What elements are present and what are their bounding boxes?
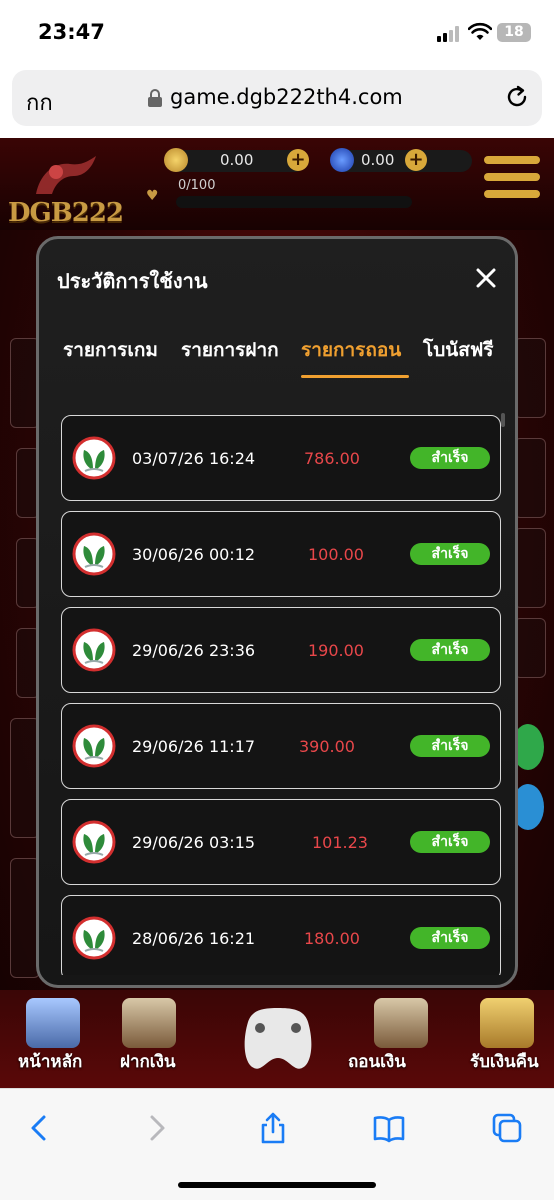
withdraw-list: 03/07/26 16:24 786.00 สำเร็จ 30/06/26 00…: [61, 415, 501, 975]
close-icon[interactable]: [471, 263, 501, 293]
home-house-icon[interactable]: [26, 998, 80, 1048]
tabs-icon[interactable]: [490, 1111, 524, 1145]
kbank-logo-icon: [72, 628, 116, 672]
level-progress-text: 0/100: [178, 178, 216, 193]
status-badge: สำเร็จ: [410, 639, 490, 661]
share-icon[interactable]: [256, 1111, 290, 1145]
withdraw-amount: 786.00: [304, 449, 360, 468]
nav-cashback[interactable]: รับเงินคืน: [470, 1048, 539, 1075]
back-icon[interactable]: [22, 1111, 56, 1145]
lock-icon: [148, 89, 162, 107]
reader-text-size-button[interactable]: กก: [26, 85, 53, 120]
tab-deposit-history[interactable]: รายการฝาก: [181, 335, 279, 365]
status-badge: สำเร็จ: [410, 831, 490, 853]
gem-balance-pill: [334, 150, 472, 172]
gem-balance: 0.00: [361, 151, 395, 169]
add-gem-button[interactable]: +: [405, 149, 427, 171]
game-topbar: DGB222 0.00 + 0.00 + ♥ 0/100: [0, 138, 554, 230]
add-coin-button[interactable]: +: [287, 149, 309, 171]
withdraw-date: 30/06/26 00:12: [132, 545, 256, 564]
kbank-logo-icon: [72, 820, 116, 864]
game-controller-icon[interactable]: [238, 992, 318, 1078]
list-item[interactable]: 29/06/26 23:36 190.00 สำเร็จ: [61, 607, 501, 693]
hamburger-menu-icon[interactable]: [484, 156, 540, 200]
withdraw-date: 29/06/26 03:15: [132, 833, 256, 852]
gem-icon: [330, 148, 354, 172]
browser-url-area: กก game.dgb222th4.com: [0, 64, 554, 138]
side-panel: [514, 338, 546, 418]
tab-withdraw-history[interactable]: รายการถอน: [301, 335, 401, 365]
reload-icon[interactable]: [504, 84, 530, 110]
kbank-logo-icon: [72, 724, 116, 768]
url-text[interactable]: game.dgb222th4.com: [170, 85, 403, 109]
cellular-signal-icon: [437, 26, 463, 42]
list-item[interactable]: 28/06/26 16:21 180.00 สำเร็จ: [61, 895, 501, 975]
list-item[interactable]: 29/06/26 11:17 390.00 สำเร็จ: [61, 703, 501, 789]
history-tabs: รายการเกม รายการฝาก รายการถอน โบนัสฟรี: [39, 335, 515, 385]
tab-game-history[interactable]: รายการเกม: [63, 335, 158, 365]
status-badge: สำเร็จ: [410, 543, 490, 565]
withdraw-amount: 190.00: [308, 641, 364, 660]
heart-icon: ♥: [146, 188, 159, 204]
battery-icon: 18: [497, 23, 531, 42]
kbank-logo-icon: [72, 532, 116, 576]
active-tab-indicator: [301, 375, 409, 378]
home-indicator: [178, 1182, 376, 1188]
withdraw-amount: 180.00: [304, 929, 360, 948]
withdraw-amount: 101.23: [312, 833, 368, 852]
wifi-icon: [468, 22, 492, 40]
withdraw-atm-icon[interactable]: [374, 998, 428, 1048]
modal-title: ประวัติการใช้งาน: [57, 269, 208, 293]
dragon-logo-icon: [36, 156, 96, 194]
list-item[interactable]: 03/07/26 16:24 786.00 สำเร็จ: [61, 415, 501, 501]
address-bar[interactable]: กก game.dgb222th4.com: [12, 70, 542, 126]
list-item[interactable]: 29/06/26 03:15 101.23 สำเร็จ: [61, 799, 501, 885]
side-panel: [514, 438, 546, 518]
kbank-logo-icon: [72, 436, 116, 480]
side-panel: [514, 618, 546, 678]
status-badge: สำเร็จ: [410, 927, 490, 949]
withdraw-amount: 100.00: [308, 545, 364, 564]
status-badge: สำเร็จ: [410, 447, 490, 469]
nav-deposit[interactable]: ฝากเงิน: [120, 1048, 176, 1075]
level-progress-bar: [176, 196, 412, 208]
bookmarks-icon[interactable]: [372, 1111, 406, 1145]
nav-home[interactable]: หน้าหลัก: [18, 1048, 82, 1075]
side-panel: [514, 528, 546, 608]
kbank-logo-icon: [72, 916, 116, 960]
status-badge: สำเร็จ: [410, 735, 490, 757]
scrollbar[interactable]: [501, 413, 505, 427]
usage-history-modal: ประวัติการใช้งาน รายการเกม รายการฝาก ราย…: [36, 236, 518, 988]
forward-icon[interactable]: [140, 1111, 174, 1145]
status-bar: 23:47 18: [0, 0, 554, 64]
withdraw-date: 03/07/26 16:24: [132, 449, 256, 468]
list-item[interactable]: 30/06/26 00:12 100.00 สำเร็จ: [61, 511, 501, 597]
withdraw-date: 28/06/26 16:21: [132, 929, 256, 948]
cashback-coins-icon[interactable]: [480, 998, 534, 1048]
tab-free-bonus[interactable]: โบนัสฟรี: [423, 335, 494, 365]
game-bottom-nav: หน้าหลัก ฝากเงิน ถอนเงิน รับเงินคืน: [0, 990, 554, 1088]
coin-balance: 0.00: [220, 151, 254, 169]
withdraw-amount: 390.00: [299, 737, 355, 756]
site-logo[interactable]: DGB222: [8, 198, 124, 228]
coin-icon: [164, 148, 188, 172]
withdraw-date: 29/06/26 23:36: [132, 641, 256, 660]
withdraw-date: 29/06/26 11:17: [132, 737, 256, 756]
nav-withdraw[interactable]: ถอนเงิน: [348, 1048, 406, 1075]
status-time: 23:47: [38, 20, 105, 44]
deposit-atm-icon[interactable]: [122, 998, 176, 1048]
